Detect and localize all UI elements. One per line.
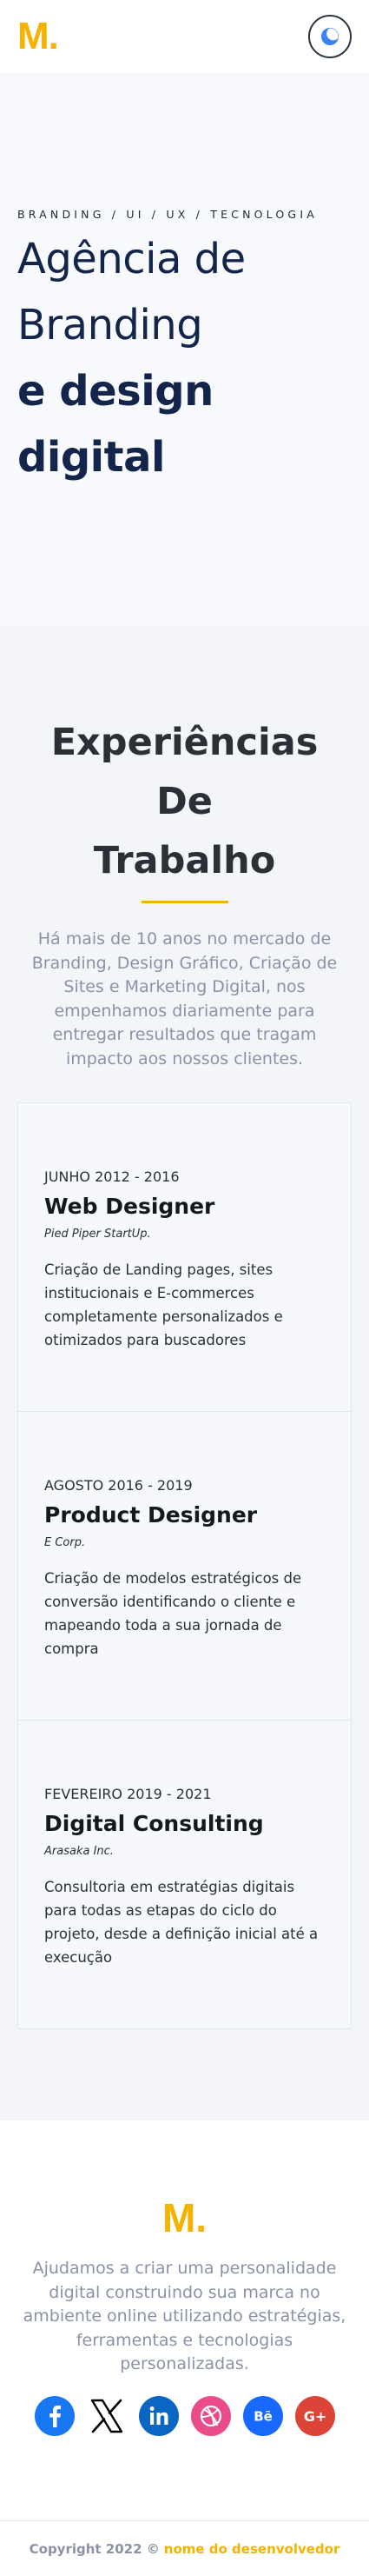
dribbble-link[interactable] xyxy=(190,2395,231,2436)
hero-title-line-4: digital xyxy=(17,433,165,482)
experience-card: FEVEREIRO 2019 - 2021 Digital Consulting… xyxy=(18,1721,351,2028)
hero-title-line-3: e design xyxy=(17,367,214,416)
experience-title-line-2: Trabalho xyxy=(93,839,276,882)
hero-title-line-1: Agência de xyxy=(17,235,246,283)
experience-title-line-1: Experiências De xyxy=(50,721,319,823)
experience-company: E Corp. xyxy=(44,1536,86,1549)
facebook-icon xyxy=(49,2405,61,2427)
experience-card: AGOSTO 2016 - 2019 Product Designer E Co… xyxy=(18,1412,351,1721)
copyright-bar: Copyright 2022 © nome do desenvolvedor xyxy=(0,2520,369,2576)
footer-content: M. Ajudamos a criar uma personalidade di… xyxy=(0,2120,369,2520)
developer-link[interactable]: nome do desenvolvedor xyxy=(164,2541,340,2557)
x-link[interactable] xyxy=(86,2395,127,2436)
linkedin-link[interactable] xyxy=(138,2395,179,2436)
behance-icon: Bē xyxy=(254,2408,273,2424)
logo[interactable]: M. xyxy=(17,15,59,58)
hero-title-line-2: Branding xyxy=(17,301,203,349)
experience-list: JUNHO 2012 - 2016 Web Designer Pied Pipe… xyxy=(17,1102,352,2029)
hero-kicker: BRANDING / UI / UX / TECNOLOGIA xyxy=(17,208,318,221)
experience-section: Experiências De Trabalho Há mais de 10 a… xyxy=(0,626,369,2120)
experience-role: Digital Consulting xyxy=(44,1811,264,1836)
behance-link[interactable]: Bē xyxy=(242,2395,283,2436)
experience-company: Pied Piper StartUp. xyxy=(44,1228,151,1241)
experience-title: Experiências De Trabalho xyxy=(17,713,352,890)
google-plus-link[interactable]: G+ xyxy=(294,2395,335,2436)
facebook-link[interactable] xyxy=(34,2395,75,2436)
google-plus-icon: G+ xyxy=(303,2408,326,2425)
experience-intro: Há mais de 10 anos no mercado de Brandin… xyxy=(31,929,338,1068)
site-header: M. xyxy=(0,0,369,73)
x-icon xyxy=(90,2399,122,2433)
dribbble-icon xyxy=(200,2405,221,2426)
linkedin-icon xyxy=(149,2406,168,2425)
footer-description: Ajudamos a criar uma personalidade digit… xyxy=(23,2259,346,2373)
svg-text:Bē: Bē xyxy=(254,2408,273,2424)
experience-date: FEVEREIRO 2019 - 2021 xyxy=(44,1786,212,1802)
experience-description: Criação de modelos estratégicos de conve… xyxy=(44,1570,302,1657)
hero-section: BRANDING / UI / UX / TECNOLOGIA Agência … xyxy=(0,73,369,626)
experience-description: Criação de Landing pages, sites instituc… xyxy=(44,1261,283,1348)
experience-description: Consultoria em estratégias digitais para… xyxy=(44,1879,319,1966)
social-links: Bē G+ xyxy=(17,2395,352,2436)
experience-card: JUNHO 2012 - 2016 Web Designer Pied Pipe… xyxy=(18,1103,351,1412)
experience-date: JUNHO 2012 - 2016 xyxy=(44,1168,180,1185)
theme-toggle-button[interactable] xyxy=(308,15,352,58)
experience-role: Product Designer xyxy=(44,1502,258,1528)
svg-text:G+: G+ xyxy=(303,2408,326,2425)
site-footer: M. Ajudamos a criar uma personalidade di… xyxy=(0,2120,369,2576)
experience-date: AGOSTO 2016 - 2019 xyxy=(44,1477,193,1494)
experience-company: Arasaka Inc. xyxy=(44,1845,114,1858)
experience-role: Web Designer xyxy=(44,1194,215,1219)
title-underline xyxy=(141,901,228,903)
moon-icon xyxy=(320,27,340,46)
footer-logo[interactable]: M. xyxy=(17,2194,352,2241)
copyright-text: Copyright 2022 © xyxy=(29,2540,160,2557)
